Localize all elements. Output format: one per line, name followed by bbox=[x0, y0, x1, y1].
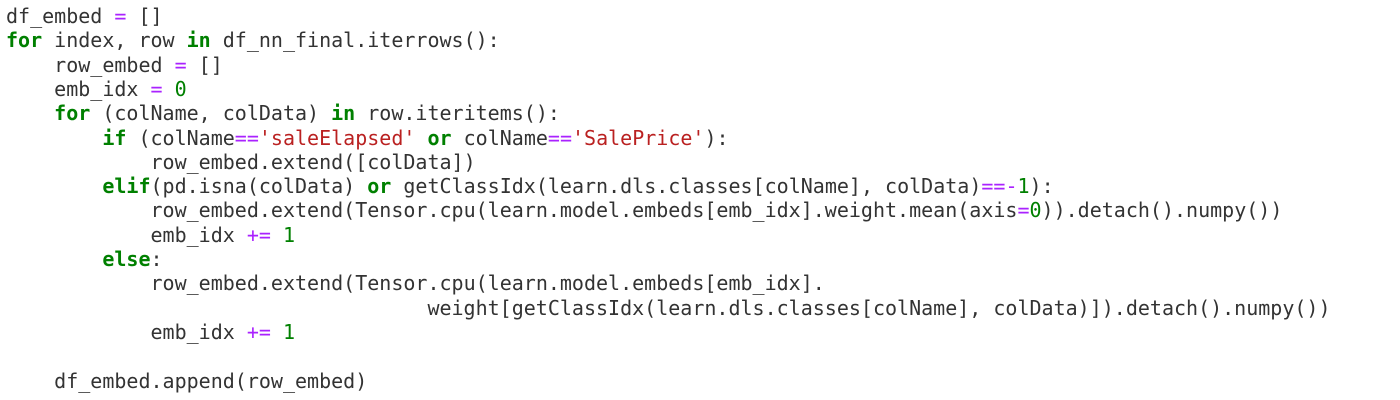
code-keyword: for bbox=[6, 28, 43, 53]
code-cell[interactable]: df_embed = [] for index, row in df_nn_fin… bbox=[0, 0, 1400, 400]
code-text: df_embed.append(row_embed) bbox=[54, 368, 368, 393]
code-line[interactable]: for (colName, colData) in row.iteritems(… bbox=[6, 101, 560, 125]
code-line[interactable]: df_embed = [] bbox=[6, 4, 163, 28]
code-number: 0 bbox=[174, 76, 187, 101]
code-keyword: in bbox=[331, 101, 356, 126]
code-operator: += bbox=[246, 319, 271, 344]
code-operator: - bbox=[1005, 174, 1018, 199]
code-text: row_embed.extend([colData]) bbox=[150, 149, 476, 174]
code-line[interactable]: if (colName=='saleElapsed' or colName=='… bbox=[6, 125, 729, 150]
code-line[interactable]: row_embed.extend(Tensor.cpu(learn.model.… bbox=[6, 198, 1283, 223]
code-text: df_embed bbox=[6, 4, 115, 28]
code-text: )).detach().numpy()) bbox=[1041, 198, 1283, 223]
code-string: 'saleElapsed' bbox=[258, 125, 416, 150]
code-text: row_embed bbox=[54, 52, 175, 77]
code-operator: += bbox=[246, 222, 271, 247]
code-text: ): bbox=[704, 125, 729, 150]
code-number: 0 bbox=[1029, 198, 1042, 223]
code-operator: == bbox=[981, 174, 1006, 199]
code-text: df_nn_final.iterrows(): bbox=[210, 28, 500, 53]
code-line[interactable]: for index, row in df_nn_final.iterrows()… bbox=[6, 28, 500, 52]
code-text: colName bbox=[451, 125, 548, 150]
code-text: emb_idx bbox=[150, 222, 247, 247]
code-operator: == bbox=[234, 125, 259, 150]
code-line[interactable]: df_embed.append(row_embed) bbox=[6, 369, 367, 393]
code-text: (pd.isna(colData) bbox=[150, 174, 368, 199]
code-keyword: if bbox=[102, 125, 127, 150]
code-operator: = bbox=[174, 52, 187, 77]
code-text: ): bbox=[1029, 174, 1054, 199]
code-text: (colName, colData) bbox=[90, 101, 332, 126]
code-text: weight[getClassIdx(learn.dls.classes[col… bbox=[427, 295, 1331, 320]
code-line[interactable]: elif(pd.isna(colData) or getClassIdx(lea… bbox=[6, 174, 1054, 199]
code-operator: == bbox=[547, 125, 572, 150]
code-line[interactable]: emb_idx = 0 bbox=[6, 76, 187, 101]
code-keyword: or bbox=[427, 125, 452, 150]
code-text: emb_idx bbox=[54, 76, 151, 101]
code-line[interactable]: row_embed.extend([colData]) bbox=[6, 150, 476, 174]
code-text: index, row bbox=[42, 28, 187, 53]
code-text: row.iteritems(): bbox=[355, 101, 560, 126]
code-line[interactable]: weight[getClassIdx(learn.dls.classes[col… bbox=[6, 295, 1331, 320]
code-keyword: elif bbox=[102, 174, 151, 199]
code-keyword: for bbox=[54, 101, 91, 126]
code-line[interactable]: row_embed.extend(Tensor.cpu(learn.model.… bbox=[6, 271, 825, 295]
code-text: row_embed.extend(Tensor.cpu(learn.model.… bbox=[150, 271, 825, 296]
code-text: row_embed.extend(Tensor.cpu(learn.model.… bbox=[150, 198, 1018, 223]
code-keyword: else bbox=[102, 247, 151, 271]
code-text: : bbox=[150, 247, 163, 271]
code-operator: = bbox=[114, 4, 127, 28]
code-text: emb_idx bbox=[150, 319, 247, 344]
code-text: [] bbox=[126, 4, 163, 28]
code-line[interactable]: else: bbox=[6, 247, 163, 271]
code-line[interactable]: row_embed = [] bbox=[6, 53, 223, 77]
code-text: [] bbox=[186, 52, 223, 77]
code-line[interactable]: emb_idx += 1 bbox=[6, 222, 296, 247]
code-string: 'SalePrice' bbox=[572, 125, 705, 150]
code-number: 1 bbox=[282, 222, 296, 247]
code-number: 1 bbox=[1017, 174, 1030, 199]
code-operator: = bbox=[150, 76, 163, 101]
code-text: (colName bbox=[126, 125, 235, 150]
code-line[interactable]: emb_idx += 1 bbox=[6, 319, 296, 344]
code-text: getClassIdx(learn.dls.classes[colName], … bbox=[391, 174, 982, 199]
code-operator: = bbox=[1017, 198, 1030, 223]
code-keyword: in bbox=[186, 28, 211, 53]
code-number: 1 bbox=[282, 319, 296, 344]
code-keyword: or bbox=[367, 174, 392, 199]
